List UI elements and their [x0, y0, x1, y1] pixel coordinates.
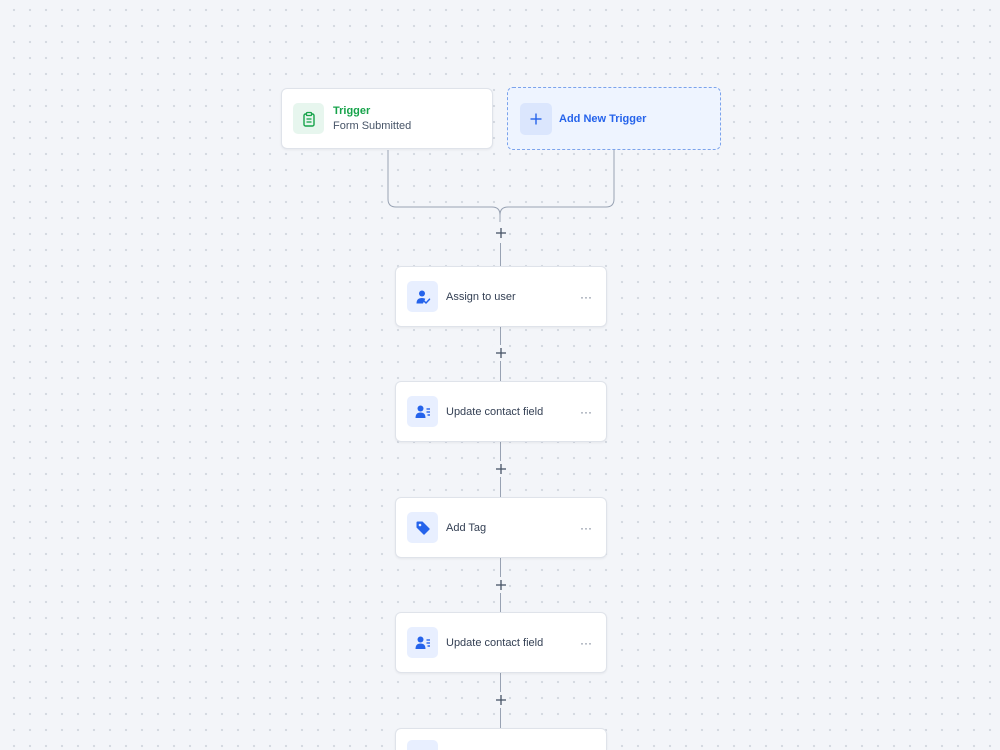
plus-icon [520, 102, 552, 135]
more-options-icon[interactable]: ··· [574, 406, 598, 418]
add-new-trigger-button[interactable]: Add New Trigger [507, 87, 721, 150]
plus-icon [496, 348, 506, 358]
action-icon [407, 740, 438, 750]
plus-icon [496, 228, 506, 238]
add-step-plus-button[interactable] [493, 692, 509, 708]
more-options-icon[interactable]: ··· [574, 522, 598, 534]
trigger-card[interactable]: Trigger Form Submitted [281, 88, 493, 149]
more-options-icon[interactable]: ··· [574, 291, 598, 303]
trigger-subtitle: Form Submitted [333, 119, 412, 132]
action-label: Update contact field [446, 405, 544, 418]
contact-field-icon [407, 627, 438, 658]
tag-icon [407, 512, 438, 543]
plus-icon [496, 464, 506, 474]
action-card-add-tag[interactable]: Add Tag ··· [395, 497, 607, 558]
workflow-canvas[interactable]: Trigger Form Submitted Add New Trigger A… [0, 0, 1000, 750]
assign-user-icon [407, 281, 438, 312]
trigger-title: Trigger [333, 104, 371, 117]
action-card-partial[interactable] [395, 728, 607, 750]
add-step-plus-button[interactable] [493, 345, 509, 361]
add-step-plus-button[interactable] [493, 577, 509, 593]
action-card-update-contact-field[interactable]: Update contact field ··· [395, 381, 607, 442]
action-label: Assign to user [446, 290, 516, 303]
add-step-plus-button[interactable] [493, 225, 509, 241]
plus-icon [496, 580, 506, 590]
clipboard-icon [293, 103, 324, 134]
action-card-update-contact-field[interactable]: Update contact field ··· [395, 612, 607, 673]
add-step-plus-button[interactable] [493, 461, 509, 477]
add-new-trigger-label: Add New Trigger [559, 112, 647, 125]
contact-field-icon [407, 396, 438, 427]
action-label: Add Tag [446, 521, 487, 534]
plus-icon [496, 695, 506, 705]
action-label: Update contact field [446, 636, 544, 649]
action-card-assign-to-user[interactable]: Assign to user ··· [395, 266, 607, 327]
more-options-icon[interactable]: ··· [574, 637, 598, 649]
